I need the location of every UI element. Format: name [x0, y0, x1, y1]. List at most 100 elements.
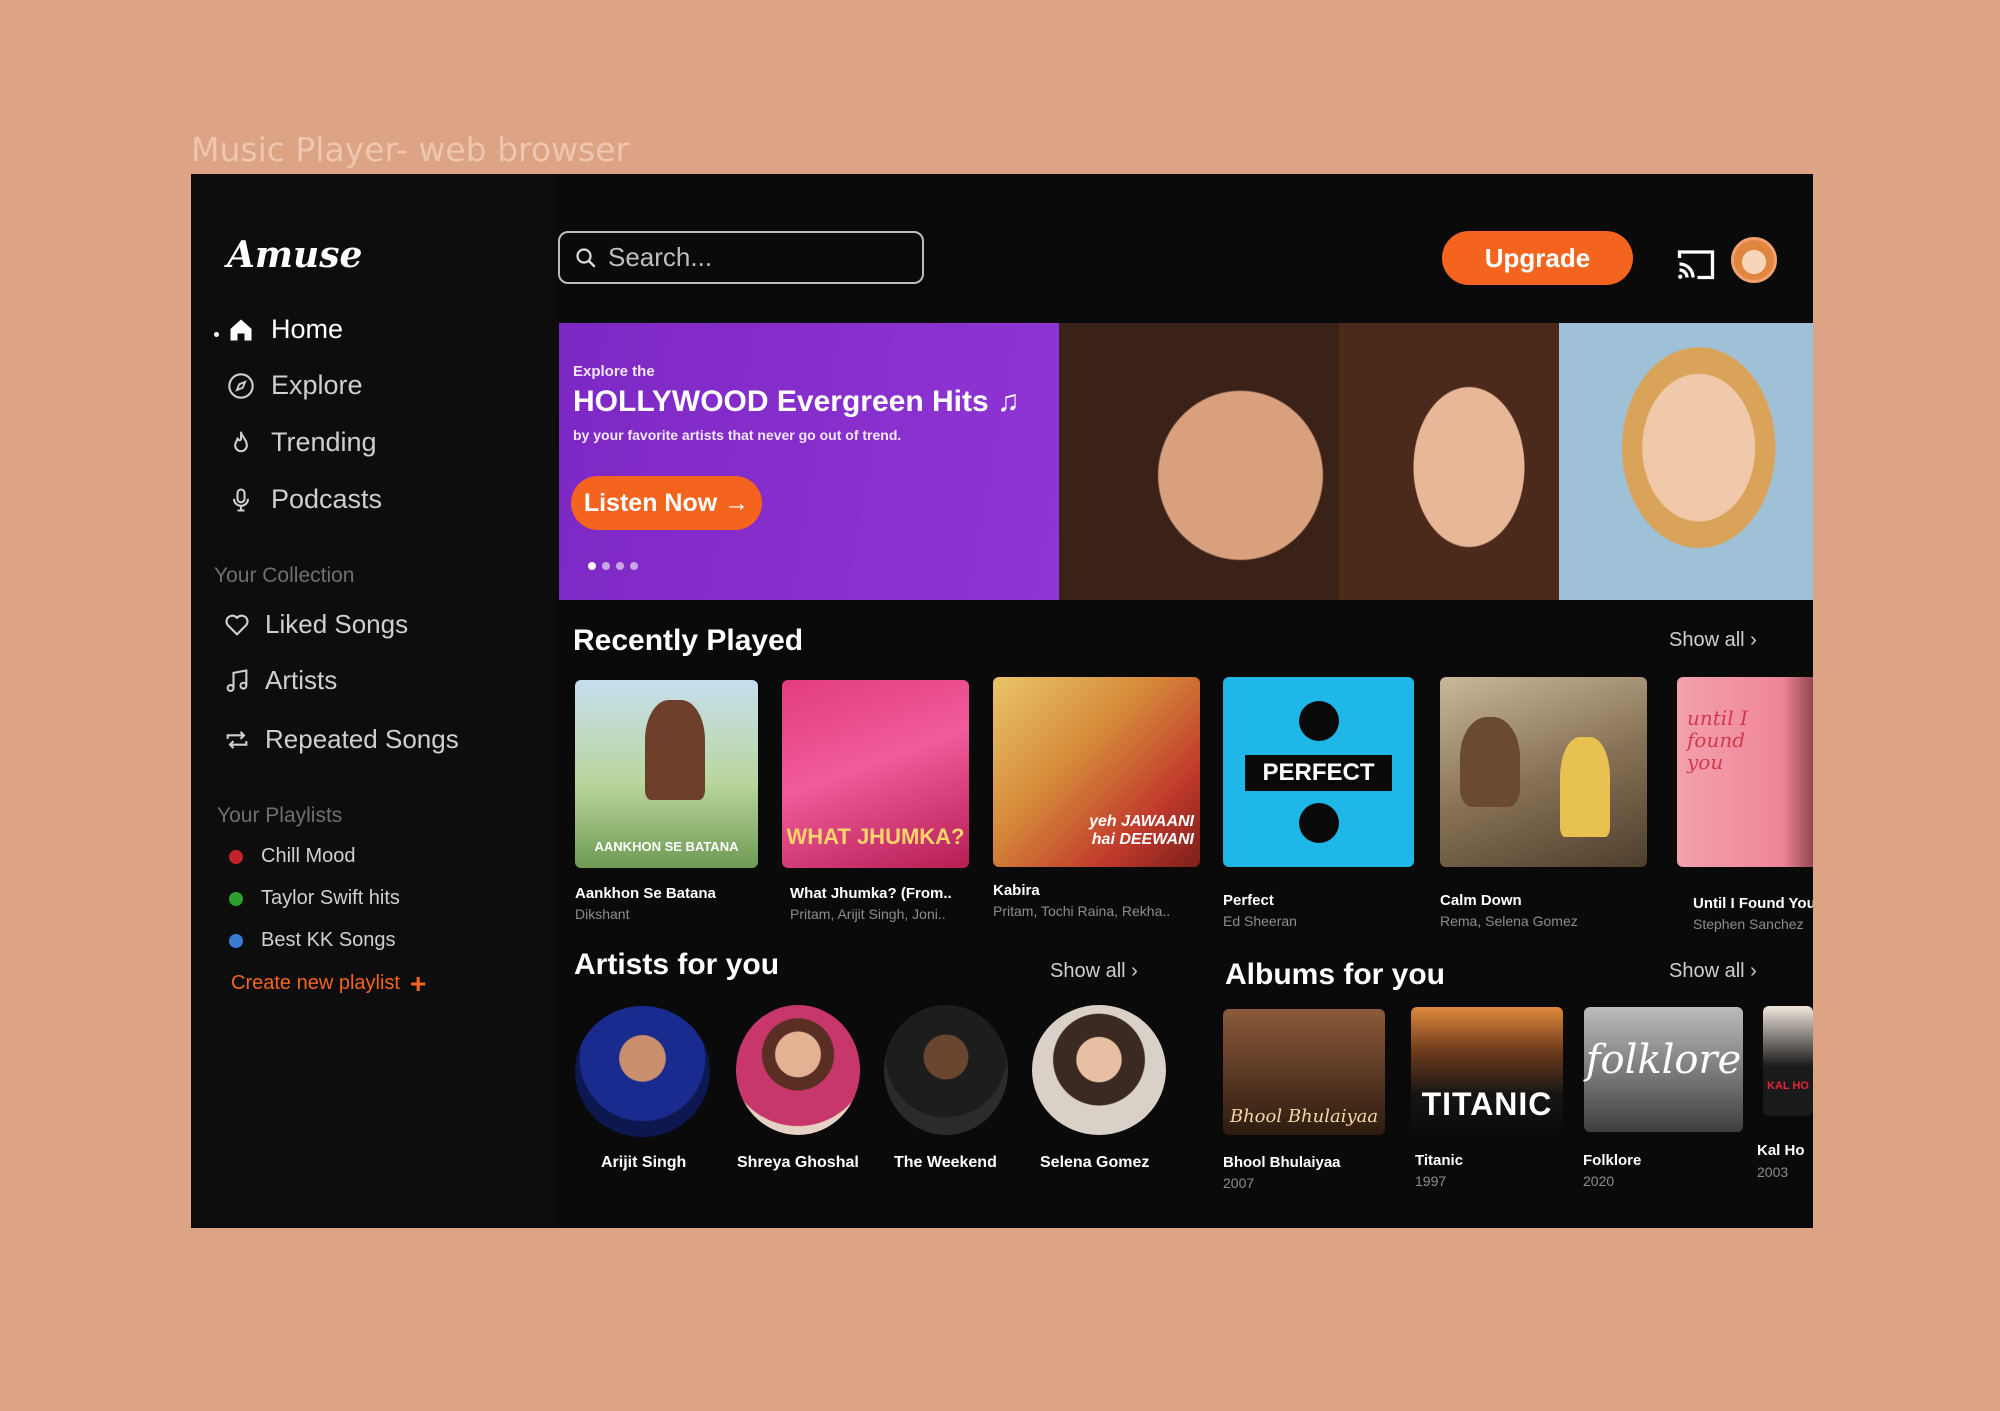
artist-card[interactable]: Arijit Singh	[575, 1006, 710, 1171]
track-artist: Ed Sheeran	[1223, 913, 1297, 929]
album-cover: until I found you	[1677, 677, 1813, 867]
playlist-item[interactable]: Taylor Swift hits	[229, 887, 400, 910]
logo[interactable]: Amuse	[227, 234, 362, 276]
album-title: Titanic	[1415, 1152, 1464, 1169]
music-note-icon	[226, 668, 248, 692]
listen-now-button[interactable]: Listen Now →	[571, 476, 762, 530]
banner-title: HOLLYWOOD Evergreen Hits ♫	[573, 385, 1020, 419]
artist-card[interactable]: Selena Gomez	[1032, 1005, 1166, 1171]
playlist-item[interactable]: Best KK Songs	[229, 929, 396, 952]
track-title: What Jhumka? (From..	[790, 885, 952, 902]
recently-played-show-all[interactable]: Show all ›	[1669, 629, 1757, 652]
nav-item-trending[interactable]: Trending	[227, 427, 377, 458]
playlist-color-dot	[229, 933, 243, 948]
search-box[interactable]	[558, 231, 924, 284]
artist-card[interactable]: The Weekend	[884, 1005, 1008, 1171]
collection-item-label: Liked Songs	[265, 609, 409, 639]
artist-name: Shreya Ghoshal	[737, 1154, 859, 1171]
album-cover: TITANIC	[1411, 1007, 1563, 1133]
cover-text: until I found you	[1687, 706, 1748, 774]
album-title: Bhool Bhulaiyaa	[1223, 1154, 1341, 1171]
cover-text: KAL HO	[1767, 1080, 1809, 1092]
microphone-icon	[232, 487, 250, 512]
track-title: Aankhon Se Batana	[575, 885, 716, 902]
album-card[interactable]: KAL HO Kal Ho 2003	[1757, 1006, 1813, 1180]
recent-track-card[interactable]: Calm Down Rema, Selena Gomez	[1440, 677, 1647, 929]
create-playlist-button[interactable]: Create new playlist +	[231, 967, 427, 999]
recent-track-card[interactable]: yeh JAWAANI hai DEEWANI Kabira Pritam, T…	[993, 677, 1200, 919]
album-year: 2007	[1223, 1175, 1255, 1191]
artist-name: The Weekend	[894, 1154, 997, 1171]
track-title: Calm Down	[1440, 892, 1522, 909]
recent-track-card[interactable]: WHAT JHUMKA? What Jhumka? (From.. Pritam…	[782, 680, 969, 922]
home-icon	[230, 319, 252, 340]
carousel-dot[interactable]	[602, 562, 610, 570]
nav-item-label: Trending	[271, 427, 377, 457]
app-window: Amuse Home Explore Trending Podcasts You…	[191, 174, 1813, 1228]
recent-track-card[interactable]: AANKHON SE BATANA Aankhon Se Batana Diks…	[575, 680, 758, 922]
carousel-dot[interactable]	[588, 562, 596, 570]
flame-icon	[234, 430, 248, 452]
album-cover: folklore	[1584, 1007, 1743, 1132]
banner-kicker: Explore the	[573, 363, 655, 380]
carousel-dot[interactable]	[630, 562, 638, 570]
album-cover: Bhool Bhulaiyaa	[1223, 1009, 1385, 1135]
collection-item-repeated-songs[interactable]: Repeated Songs	[223, 724, 459, 755]
artists-show-all[interactable]: Show all ›	[1050, 960, 1138, 983]
album-year: 1997	[1415, 1173, 1447, 1189]
cover-text: folklore	[1585, 1037, 1742, 1083]
cover-text: Bhool Bhulaiyaa	[1229, 1106, 1379, 1127]
artist-card[interactable]: Shreya Ghoshal	[736, 1005, 860, 1171]
recent-track-card[interactable]: PERFECT Perfect Ed Sheeran	[1223, 677, 1414, 929]
playlist-label: Chill Mood	[261, 845, 356, 867]
album-cover: AANKHON SE BATANA	[575, 680, 758, 868]
album-cover: PERFECT	[1223, 677, 1414, 867]
playlist-color-dot	[229, 891, 243, 906]
album-title: Folklore	[1583, 1152, 1642, 1169]
search-icon	[576, 247, 596, 267]
playlist-label: Taylor Swift hits	[261, 887, 400, 909]
banner-title-text: HOLLYWOOD Evergreen Hits	[573, 385, 989, 418]
collection-item-liked-songs[interactable]: Liked Songs	[223, 609, 408, 640]
recent-track-card[interactable]: until I found you Until I Found You Step…	[1677, 677, 1813, 932]
carousel-dots	[588, 562, 638, 570]
collection-item-artists[interactable]: Artists	[223, 665, 337, 696]
artist-photo	[884, 1005, 1008, 1135]
album-cover: WHAT JHUMKA?	[782, 680, 969, 868]
playlist-label: Best KK Songs	[261, 929, 396, 951]
artist-photo	[736, 1005, 860, 1135]
artist-name: Arijit Singh	[601, 1154, 687, 1171]
album-year: 2003	[1757, 1164, 1789, 1180]
hero-banner: Explore the HOLLYWOOD Evergreen Hits ♫ b…	[559, 323, 1813, 600]
album-card[interactable]: Bhool Bhulaiyaa Bhool Bhulaiyaa 2007	[1223, 1009, 1385, 1191]
nav-item-explore[interactable]: Explore	[227, 370, 363, 401]
carousel-dot[interactable]	[616, 562, 624, 570]
collection-item-label: Repeated Songs	[265, 724, 459, 754]
upgrade-button[interactable]: Upgrade	[1442, 231, 1633, 285]
cast-icon[interactable]	[1675, 246, 1717, 282]
track-artist: Rema, Selena Gomez	[1440, 913, 1578, 929]
plus-icon: +	[409, 967, 427, 999]
heart-icon	[225, 614, 249, 635]
nav-item-home[interactable]: Home	[227, 314, 343, 345]
nav-item-label: Home	[271, 314, 344, 344]
albums-title: Albums for you	[1225, 958, 1446, 991]
nav-item-podcasts[interactable]: Podcasts	[227, 484, 382, 515]
artist-photo	[575, 1006, 710, 1137]
album-card[interactable]: TITANIC Titanic 1997	[1411, 1007, 1563, 1189]
user-avatar[interactable]	[1731, 237, 1777, 283]
track-artist: Stephen Sanchez	[1693, 916, 1804, 932]
active-indicator	[214, 332, 219, 337]
track-artist: Dikshant	[575, 906, 630, 922]
artist-photo	[1032, 1005, 1166, 1135]
search-input[interactable]	[608, 242, 908, 273]
playlist-item[interactable]: Chill Mood	[229, 845, 355, 868]
album-cover	[1440, 677, 1647, 867]
page-caption: Music Player- web browser	[191, 130, 630, 169]
cover-text: AANKHON SE BATANA	[594, 839, 739, 854]
artists-title: Artists for you	[574, 948, 780, 981]
albums-show-all[interactable]: Show all ›	[1669, 960, 1757, 983]
album-card[interactable]: folklore Folklore 2020	[1583, 1007, 1743, 1189]
cover-text: PERFECT	[1245, 755, 1392, 791]
album-year: 2020	[1583, 1173, 1615, 1189]
